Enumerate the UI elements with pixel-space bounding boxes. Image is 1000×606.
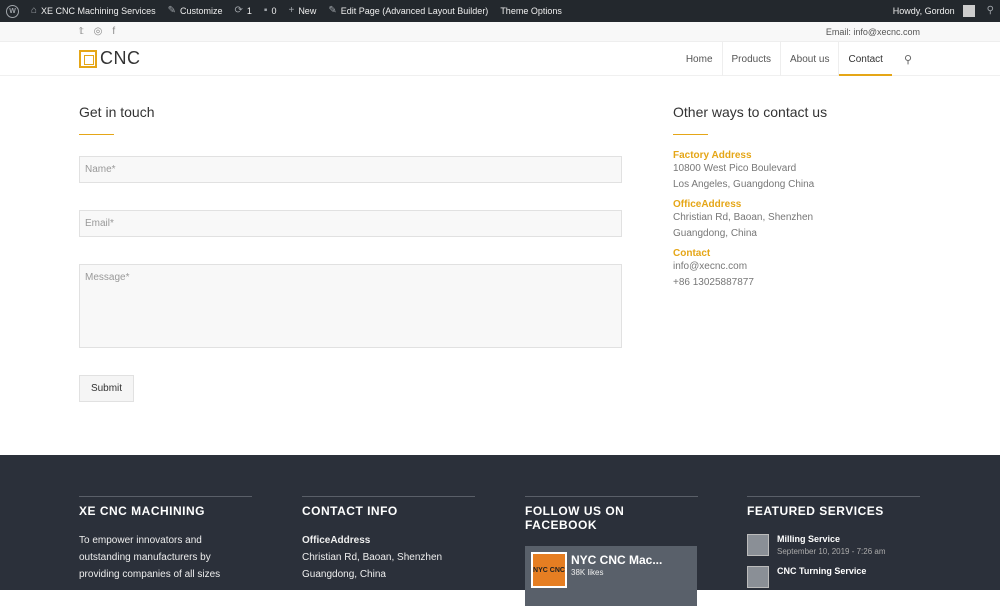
theme-options-link[interactable]: Theme Options bbox=[494, 0, 568, 22]
brush-icon: ✎ bbox=[167, 5, 176, 16]
service-item[interactable]: CNC Turning Service bbox=[747, 566, 920, 588]
footer-services-column: FEATURED SERVICES Milling Service Septem… bbox=[747, 496, 920, 588]
dribbble-icon[interactable]: ◎ bbox=[94, 26, 103, 37]
service-thumbnail bbox=[747, 534, 769, 556]
site-logo[interactable]: CNC bbox=[79, 48, 141, 69]
contact-email[interactable]: info@xecnc.com bbox=[673, 259, 923, 275]
howdy-label: Howdy, Gordon bbox=[892, 6, 955, 16]
new-content-link[interactable]: + New bbox=[282, 0, 322, 22]
site-name-label: XE CNC Machining Services bbox=[41, 6, 156, 16]
form-title: Get in touch bbox=[79, 104, 155, 120]
facebook-page-name[interactable]: NYC CNC Mac... bbox=[571, 553, 662, 567]
contact-info-panel: Other ways to contact us Factory Address… bbox=[673, 104, 923, 291]
submit-button[interactable]: Submit bbox=[79, 375, 134, 402]
admin-bar: W ⌂ XE CNC Machining Services ✎ Customiz… bbox=[0, 0, 1000, 22]
facebook-likes: 38K likes bbox=[571, 568, 604, 577]
site-footer: XE CNC MACHINING To empower innovators a… bbox=[0, 455, 1000, 606]
theme-options-label: Theme Options bbox=[500, 6, 562, 16]
service-thumbnail bbox=[747, 566, 769, 588]
footer-services-title: FEATURED SERVICES bbox=[747, 504, 884, 518]
footer-about-line: To empower innovators and bbox=[79, 535, 202, 546]
message-field[interactable]: Message* bbox=[79, 264, 622, 348]
form-title-divider bbox=[79, 134, 114, 135]
contact-info-title: Other ways to contact us bbox=[673, 104, 828, 120]
social-links: 𝕥 ◎ f bbox=[79, 26, 115, 37]
pencil-icon: ✎ bbox=[328, 5, 337, 16]
office-address-line: Christian Rd, Baoan, Shenzhen bbox=[673, 212, 814, 223]
site-header: CNC Home Products About us Contact ⚲ bbox=[0, 42, 1000, 76]
logo-text: CNC bbox=[100, 48, 141, 68]
service-item[interactable]: Milling Service September 10, 2019 - 7:2… bbox=[747, 534, 920, 556]
wordpress-menu[interactable]: W bbox=[0, 0, 25, 22]
footer-about-line: providing companies of all sizes bbox=[79, 569, 221, 580]
account-menu[interactable]: Howdy, Gordon bbox=[887, 0, 981, 22]
site-name-link[interactable]: ⌂ XE CNC Machining Services bbox=[25, 0, 162, 22]
search-icon: ⚲ bbox=[986, 5, 994, 16]
service-title[interactable]: Milling Service bbox=[777, 534, 886, 544]
nav-contact[interactable]: Contact bbox=[838, 42, 893, 76]
nav-home[interactable]: Home bbox=[677, 42, 722, 76]
contact-phone[interactable]: +86 13025887877 bbox=[673, 275, 923, 291]
footer-contact-title: CONTACT INFO bbox=[302, 504, 398, 518]
updates-link[interactable]: ⟳ 1 bbox=[229, 0, 258, 22]
logo-mark-icon bbox=[79, 49, 97, 68]
name-field[interactable]: Name* bbox=[79, 156, 622, 183]
footer-facebook-title: FOLLOW US ON FACEBOOK bbox=[525, 504, 625, 532]
comments-link[interactable]: ▪ 0 bbox=[258, 0, 283, 22]
service-title[interactable]: CNC Turning Service bbox=[777, 566, 866, 576]
comments-count: 0 bbox=[271, 6, 277, 16]
footer-office-line: Guangdong, China bbox=[302, 569, 386, 580]
nav-about-us[interactable]: About us bbox=[779, 42, 838, 76]
comment-icon: ▪ bbox=[263, 5, 268, 16]
home-icon: ⌂ bbox=[31, 5, 38, 16]
footer-about-line: outstanding manufacturers by bbox=[79, 552, 211, 563]
facebook-page-thumbnail: NYC CNC bbox=[531, 552, 567, 588]
email-field[interactable]: Email* bbox=[79, 210, 622, 237]
wordpress-logo-icon: W bbox=[6, 4, 19, 18]
new-label: New bbox=[298, 6, 317, 16]
footer-office-heading: OfficeAddress bbox=[302, 535, 371, 546]
twitter-icon[interactable]: 𝕥 bbox=[79, 26, 84, 37]
factory-address-line: Los Angeles, Guangdong China bbox=[673, 179, 815, 190]
top-info-bar: 𝕥 ◎ f Email: info@xecnc.com bbox=[0, 22, 1000, 42]
nav-search-icon[interactable]: ⚲ bbox=[892, 53, 912, 66]
footer-about-column: XE CNC MACHINING To empower innovators a… bbox=[79, 496, 252, 583]
customize-link[interactable]: ✎ Customize bbox=[162, 0, 229, 22]
avatar bbox=[962, 5, 975, 17]
contact-heading: Contact bbox=[673, 248, 711, 259]
updates-count: 1 bbox=[246, 6, 252, 16]
footer-contact-column: CONTACT INFO OfficeAddress Christian Rd,… bbox=[302, 496, 475, 583]
footer-office-line: Christian Rd, Baoan, Shenzhen bbox=[302, 552, 443, 563]
facebook-icon[interactable]: f bbox=[112, 26, 115, 37]
updates-icon: ⟳ bbox=[234, 5, 243, 16]
admin-search-button[interactable]: ⚲ bbox=[981, 0, 1000, 22]
contact-info-divider bbox=[673, 134, 708, 135]
edit-page-label: Edit Page (Advanced Layout Builder) bbox=[340, 6, 489, 16]
contact-form: Get in touch Name* Email* Message* Submi… bbox=[79, 104, 622, 402]
plus-icon: + bbox=[288, 5, 295, 16]
customize-label: Customize bbox=[179, 6, 223, 16]
factory-address-line: 10800 West Pico Boulevard bbox=[673, 163, 797, 174]
main-nav: Home Products About us Contact ⚲ bbox=[677, 42, 912, 76]
office-address-line: Guangdong, China bbox=[673, 228, 757, 239]
facebook-page-widget[interactable]: NYC CNC NYC CNC Mac... 38K likes bbox=[525, 546, 697, 606]
footer-about-title: XE CNC MACHINING bbox=[79, 504, 206, 518]
office-address-heading: OfficeAddress bbox=[673, 199, 742, 210]
edit-page-link[interactable]: ✎ Edit Page (Advanced Layout Builder) bbox=[322, 0, 494, 22]
top-email[interactable]: Email: info@xecnc.com bbox=[826, 27, 920, 37]
factory-address-heading: Factory Address bbox=[673, 150, 752, 161]
service-date: September 10, 2019 - 7:26 am bbox=[777, 547, 886, 556]
nav-products[interactable]: Products bbox=[721, 42, 780, 76]
